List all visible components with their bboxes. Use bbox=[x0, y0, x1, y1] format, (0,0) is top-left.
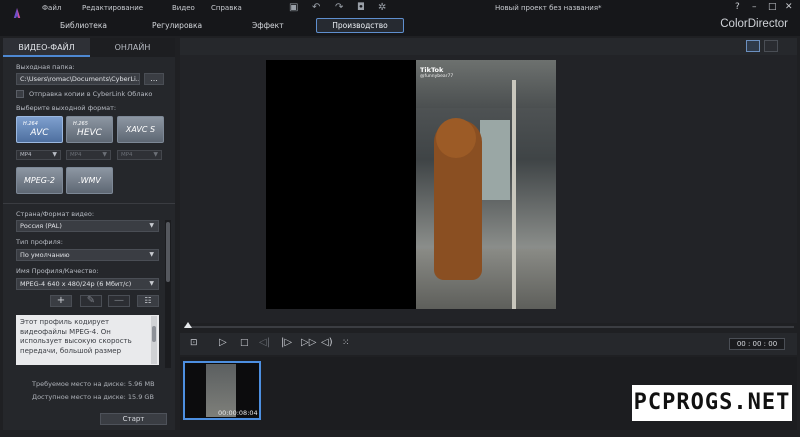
tab-online[interactable]: ОНЛАЙН bbox=[90, 38, 175, 57]
train-pole bbox=[512, 80, 516, 309]
close-icon[interactable]: ✕ bbox=[785, 2, 793, 12]
maximize-icon[interactable]: □ bbox=[768, 2, 777, 12]
chevron-down-icon: ▼ bbox=[149, 280, 154, 287]
title-bar: Файл Редактирование Видео Справка ▣ ↶ ↷ … bbox=[0, 0, 800, 30]
save-icon[interactable]: ▣ bbox=[289, 3, 298, 13]
format-hevc-label: HEVC bbox=[77, 128, 102, 138]
tab-video-file[interactable]: ВИДЕО-ФАЙЛ bbox=[3, 38, 90, 57]
playhead-handle[interactable] bbox=[184, 322, 192, 328]
capture-icon[interactable]: ◘ bbox=[357, 3, 365, 13]
bear-head bbox=[436, 118, 476, 158]
tab-effect[interactable]: Эффект bbox=[252, 21, 284, 30]
chevron-down-icon: ▼ bbox=[149, 222, 154, 229]
tab-library[interactable]: Библиотека bbox=[60, 21, 107, 30]
tab-adjustment[interactable]: Регулировка bbox=[152, 21, 202, 30]
container-avc-value: MP4 bbox=[20, 152, 32, 158]
play-icon[interactable]: ▷ bbox=[219, 337, 227, 349]
app-window: Файл Редактирование Видео Справка ▣ ↶ ↷ … bbox=[0, 0, 800, 437]
stop-icon[interactable]: □ bbox=[240, 337, 249, 349]
tiktok-logo: TikTok bbox=[420, 66, 444, 74]
panel-tabs: ВИДЕО-ФАЙЛ ОНЛАЙН bbox=[3, 38, 175, 57]
profile-quality-select[interactable]: MPEG-4 640 x 480/24p (6 Мбит/с) ▼ bbox=[16, 278, 159, 290]
profile-name-label: Имя Профиля/Качество: bbox=[16, 267, 99, 275]
tiktok-handle: @funnybear77 bbox=[420, 74, 454, 79]
add-profile-button[interactable]: + bbox=[50, 295, 72, 307]
preview-mode-icon[interactable] bbox=[746, 40, 760, 52]
profile-quality-value: MPEG-4 640 x 480/24p (6 Мбит/с) bbox=[20, 280, 132, 288]
chevron-down-icon: ▼ bbox=[153, 151, 158, 158]
video-frame bbox=[416, 60, 556, 309]
cloud-upload-label: Отправка копии в CyberLink Облако bbox=[29, 90, 153, 98]
country-format-select[interactable]: Россия (PAL) ▼ bbox=[16, 220, 159, 232]
format-xavcs-button[interactable]: XAVC S bbox=[117, 116, 164, 143]
format-avc-codec: H.264 bbox=[23, 121, 38, 127]
container-xavcs-value: MP4 bbox=[121, 152, 133, 158]
format-avc-label: AVC bbox=[30, 128, 49, 138]
output-format-label: Выберите выходной формат: bbox=[16, 104, 117, 112]
format-wmv-label: .WMV bbox=[78, 176, 101, 185]
brand-name: ColorDirector bbox=[720, 18, 788, 30]
format-hevc-codec: H.265 bbox=[73, 121, 88, 127]
volume-icon[interactable]: ◁) bbox=[321, 337, 333, 349]
compare-mode-icon[interactable] bbox=[764, 40, 778, 52]
tab-production[interactable]: Производство bbox=[316, 18, 404, 33]
description-scroll-thumb[interactable] bbox=[152, 326, 156, 342]
browse-button[interactable]: ... bbox=[144, 73, 164, 85]
cloud-upload-checkbox[interactable] bbox=[16, 90, 24, 98]
chevron-down-icon: ▼ bbox=[52, 151, 57, 158]
next-frame-icon[interactable]: |▷ bbox=[281, 337, 292, 349]
fast-forward-icon[interactable]: ▷▷ bbox=[301, 337, 316, 349]
menu-help[interactable]: Справка bbox=[211, 4, 242, 12]
scrub-track[interactable] bbox=[184, 326, 794, 328]
container-select-avc[interactable]: MP4 ▼ bbox=[16, 150, 61, 160]
delete-profile-icon: — bbox=[108, 295, 130, 307]
profile-description: Этот профиль кодирует видеофайлы MPEG-4.… bbox=[16, 315, 159, 365]
profile-type-value: По умолчанию bbox=[20, 251, 70, 259]
profile-type-label: Тип профиля: bbox=[16, 238, 63, 246]
menu-edit[interactable]: Редактирование bbox=[82, 4, 143, 12]
start-button[interactable]: Старт bbox=[100, 413, 167, 425]
divider bbox=[3, 203, 175, 204]
available-disk-space: Доступное место на диске: 15.9 GB bbox=[32, 393, 154, 401]
undo-icon[interactable]: ↶ bbox=[312, 3, 320, 13]
format-avc-button[interactable]: H.264 AVC bbox=[16, 116, 63, 143]
minimize-icon[interactable]: – bbox=[752, 2, 757, 12]
chevron-down-icon: ▼ bbox=[102, 151, 107, 158]
required-disk-space: Требуемое место на диске: 5.96 MB bbox=[32, 380, 155, 388]
playback-controls bbox=[180, 333, 797, 355]
country-format-label: Страна/Формат видео: bbox=[16, 210, 95, 218]
format-mpeg2-label: MPEG-2 bbox=[24, 176, 55, 185]
clip-duration: 00:00:08:04 bbox=[218, 409, 258, 417]
site-watermark: PCPROGS.NET bbox=[632, 385, 792, 421]
format-xavcs-label: XAVC S bbox=[125, 125, 156, 134]
country-format-value: Россия (PAL) bbox=[20, 222, 62, 230]
timecode-display: 00 : 00 : 00 bbox=[729, 338, 785, 350]
settings-gear-icon[interactable]: ✲ bbox=[378, 3, 386, 13]
preview-toolbar bbox=[180, 38, 797, 55]
profile-type-select[interactable]: По умолчанию ▼ bbox=[16, 249, 159, 261]
menu-video[interactable]: Видео bbox=[172, 4, 195, 12]
container-hevc-value: MP4 bbox=[70, 152, 82, 158]
container-select-xavcs: MP4 ▼ bbox=[117, 150, 162, 160]
format-wmv-button[interactable]: .WMV bbox=[66, 167, 113, 194]
container-select-hevc: MP4 ▼ bbox=[66, 150, 111, 160]
project-title: Новый проект без названия* bbox=[495, 4, 602, 12]
prev-frame-icon: ◁| bbox=[259, 337, 271, 348]
format-mpeg2-button[interactable]: MPEG-2 bbox=[16, 167, 63, 194]
train-aisle bbox=[480, 120, 510, 200]
help-icon[interactable]: ? bbox=[735, 2, 740, 12]
output-folder-label: Выходная папка: bbox=[16, 63, 75, 71]
format-hevc-button[interactable]: H.265 HEVC bbox=[66, 116, 113, 143]
profile-list-icon[interactable]: ☷ bbox=[137, 295, 159, 307]
menu-file[interactable]: Файл bbox=[42, 4, 61, 12]
preview-toggle-icon[interactable]: ⊡ bbox=[190, 337, 198, 349]
chevron-down-icon: ▼ bbox=[149, 251, 154, 258]
snapshot-icon[interactable]: ⁙ bbox=[342, 337, 350, 349]
output-folder-field[interactable]: C:\Users\romac\Documents\CyberLi... bbox=[16, 73, 140, 85]
scrub-bar[interactable] bbox=[180, 323, 797, 333]
redo-icon[interactable]: ↷ bbox=[335, 3, 343, 13]
panel-scroll-thumb[interactable] bbox=[166, 222, 170, 282]
edit-profile-icon: ✎ bbox=[80, 295, 102, 307]
